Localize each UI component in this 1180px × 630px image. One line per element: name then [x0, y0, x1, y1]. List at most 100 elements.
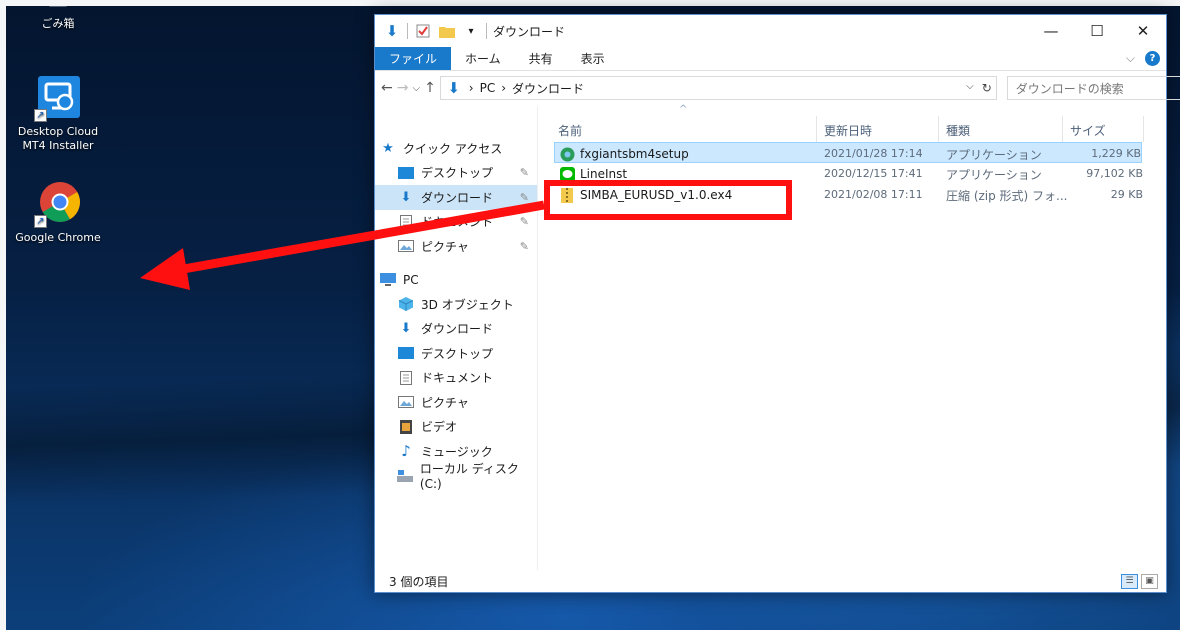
recent-locations-icon[interactable]: ⌵ [412, 83, 420, 94]
nav-pictures[interactable]: ピクチャ ✎ [375, 234, 537, 259]
nav-downloads[interactable]: ⬇ ダウンロード ✎ [375, 185, 537, 210]
shortcut-arrow-icon: ↗ [34, 109, 47, 122]
nav-videos[interactable]: ビデオ [375, 415, 537, 440]
title-bar: ⬇ ▾ ダウンロード — ☐ ✕ [375, 15, 1166, 47]
desktop-icon-mt4-installer[interactable]: ↗ Desktop Cloud MT4 Installer [10, 74, 106, 153]
pin-icon: ✎ [519, 239, 529, 253]
file-date: 2021/01/28 17:14 [824, 147, 923, 160]
nav-local-disk[interactable]: ローカル ディスク (C:) [375, 462, 537, 491]
desktop-icon-google-chrome[interactable]: ↗ Google Chrome [10, 180, 106, 245]
highlight-box [544, 180, 792, 220]
explorer-body: ★ クイック アクセス デスクトップ ✎ ⬇ ダウンロード ✎ ドキュメント ✎… [375, 104, 1166, 570]
pin-icon: ✎ [519, 166, 529, 180]
download-folder-icon: ⬇ [400, 321, 412, 337]
documents-folder-icon [397, 214, 415, 230]
nav-pc-documents[interactable]: ドキュメント [375, 366, 537, 391]
close-button[interactable]: ✕ [1120, 15, 1166, 47]
download-folder-icon: ⬇ [447, 79, 461, 97]
file-name: LineInst [580, 167, 628, 181]
file-name: fxgiantsbm4setup [580, 147, 689, 161]
refresh-icon[interactable]: ↻ [982, 81, 992, 95]
nav-pc-desktop[interactable]: デスクトップ [375, 341, 537, 366]
expand-ribbon-icon[interactable]: ⌵ [1126, 51, 1135, 66]
pin-icon: ✎ [519, 215, 529, 229]
pin-icon: ✎ [519, 190, 529, 204]
local-disk-icon [397, 468, 414, 484]
quick-access-toolbar: ⬇ ▾ [383, 22, 487, 40]
item-count: 3 個の項目 [389, 574, 449, 589]
up-button[interactable]: ↑ [424, 80, 436, 96]
details-view-icon[interactable]: ☰ [1121, 573, 1138, 589]
column-name[interactable]: 名前 [558, 122, 582, 139]
nav-quick-access[interactable]: ★ クイック アクセス [375, 136, 537, 161]
nav-3d-objects[interactable]: 3D オブジェクト [375, 292, 537, 317]
breadcrumb-downloads[interactable]: ダウンロード [512, 80, 584, 97]
installer-app-icon [558, 146, 576, 162]
tab-view[interactable]: 表示 [567, 47, 619, 70]
breadcrumb-pc[interactable]: PC [480, 81, 496, 95]
status-bar: 3 個の項目 ☰ ▣ [375, 570, 1166, 592]
desktop-icon-label: Google Chrome [15, 231, 101, 244]
nav-pc-downloads[interactable]: ⬇ ダウンロード [375, 317, 537, 342]
help-icon[interactable]: ? [1145, 51, 1160, 66]
pictures-folder-icon [397, 394, 415, 410]
file-type: アプリケーション [946, 168, 1042, 182]
properties-icon[interactable] [414, 23, 432, 39]
search-input[interactable]: ダウンロードの検索 ⚲ [1006, 76, 1180, 100]
column-header: ^ 名前 更新日時 種類 サイズ [538, 104, 1166, 142]
maximize-button[interactable]: ☐ [1074, 15, 1120, 47]
back-button[interactable]: ← [381, 80, 393, 96]
shortcut-arrow-icon: ↗ [34, 215, 47, 228]
desktop-folder-icon [397, 345, 415, 361]
documents-folder-icon [397, 370, 415, 386]
music-note-icon: ♪ [401, 442, 411, 461]
tab-file[interactable]: ファイル [375, 47, 452, 70]
pictures-folder-icon [397, 238, 415, 254]
3d-objects-icon [397, 296, 415, 312]
minimize-button[interactable]: — [1028, 15, 1074, 47]
nav-pc[interactable]: PC [375, 268, 537, 293]
installer-icon: ↗ [34, 74, 82, 122]
download-folder-icon: ⬇ [400, 189, 412, 205]
chrome-icon: ↗ [34, 180, 82, 228]
file-date: 2020/12/15 17:41 [824, 167, 923, 180]
desktop-folder-icon [397, 165, 415, 181]
nav-pc-pictures[interactable]: ピクチャ [375, 390, 537, 415]
sort-ascending-icon: ^ [679, 104, 688, 115]
file-list: ^ 名前 更新日時 種類 サイズ fxgiantsbm4setup 2021/0… [538, 104, 1166, 570]
customize-toolbar-icon[interactable]: ▾ [462, 23, 480, 39]
address-row: ← → ⌵ ↑ ⬇ › PC › ダウンロード ⌵ ↻ ダウンロードの検索 ⚲ [375, 71, 1180, 105]
address-bar[interactable]: ⬇ › PC › ダウンロード ⌵ ↻ [439, 76, 997, 100]
desktop-icon-recycle-bin[interactable]: ごみ箱 [10, 6, 106, 31]
file-size: 1,229 KB [1091, 147, 1141, 160]
tab-home[interactable]: ホーム [451, 47, 515, 70]
file-explorer-window: ⬇ ▾ ダウンロード — ☐ ✕ ファイル ホーム 共有 表示 ⌵ ? ← → … [374, 14, 1180, 593]
new-folder-icon[interactable] [438, 23, 456, 39]
recycle-bin-icon [34, 6, 82, 14]
videos-folder-icon [397, 419, 415, 435]
file-date: 2021/02/08 17:11 [824, 188, 923, 201]
large-icons-view-icon[interactable]: ▣ [1141, 573, 1158, 589]
file-size: 29 KB [1110, 188, 1143, 201]
forward-button[interactable]: → [397, 80, 409, 96]
window-title: ダウンロード [493, 24, 566, 39]
tab-share[interactable]: 共有 [515, 47, 567, 70]
desktop-icon-label: Desktop Cloud MT4 Installer [17, 125, 99, 152]
window-controls: — ☐ ✕ [1028, 15, 1166, 47]
column-size[interactable]: サイズ [1070, 122, 1106, 139]
address-dropdown-icon[interactable]: ⌵ [966, 81, 974, 95]
column-type[interactable]: 種類 [946, 122, 970, 139]
file-size: 97,102 KB [1086, 167, 1143, 180]
table-row[interactable]: fxgiantsbm4setup 2021/01/28 17:14 アプリケーシ… [554, 142, 1142, 163]
nav-desktop[interactable]: デスクトップ ✎ [375, 161, 537, 186]
ribbon-tabs: ファイル ホーム 共有 表示 ⌵ ? [375, 47, 1166, 71]
nav-documents[interactable]: ドキュメント ✎ [375, 210, 537, 235]
download-folder-icon: ⬇ [385, 22, 399, 40]
navigation-pane: ★ クイック アクセス デスクトップ ✎ ⬇ ダウンロード ✎ ドキュメント ✎… [375, 106, 538, 570]
file-type: アプリケーション [946, 148, 1042, 162]
computer-icon [379, 272, 397, 288]
desktop-icon-label: ごみ箱 [41, 17, 75, 30]
column-date[interactable]: 更新日時 [824, 122, 872, 139]
star-icon: ★ [382, 140, 394, 156]
file-type: 圧縮 (zip 形式) フォ... [946, 189, 1068, 203]
